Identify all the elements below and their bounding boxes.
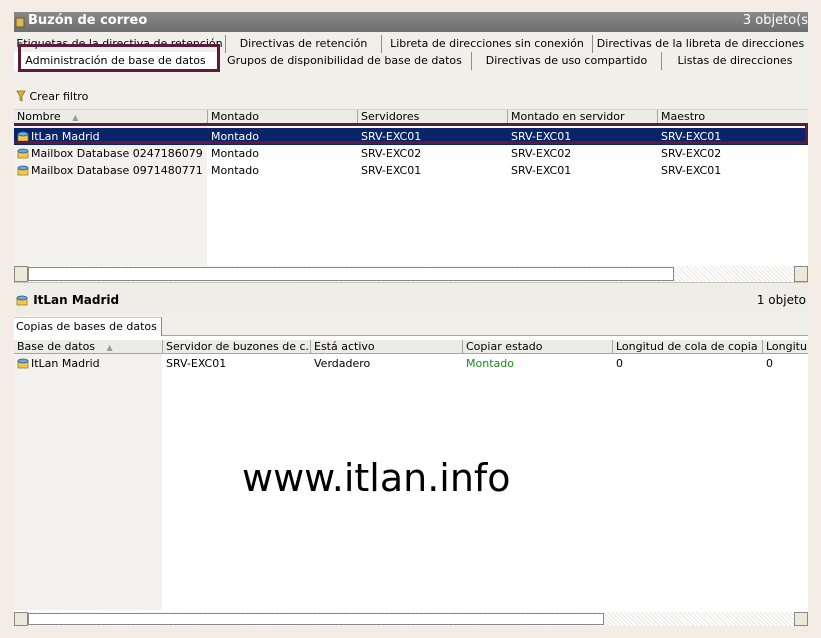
scroll-left-button[interactable] [14, 612, 28, 626]
column-header-servers[interactable]: Servidores [358, 110, 508, 124]
tab-offline-address-book[interactable]: Libreta de direcciones sin conexión [382, 35, 593, 53]
databases-table: Nombre ▲ Montado Servidores Montado en s… [14, 110, 808, 266]
column-header-name-label: Nombre [17, 110, 61, 123]
scroll-right-button[interactable] [794, 266, 808, 282]
database-icon [17, 148, 29, 159]
cell-database-text: ItLan Madrid [31, 357, 100, 370]
tab-address-book-policies[interactable]: Directivas de la libreta de direcciones [593, 35, 808, 53]
column-header-mounted[interactable]: Montado [208, 110, 358, 124]
scroll-right-button[interactable] [794, 612, 808, 626]
cell-mounted: Montado [211, 147, 259, 160]
cell-replay-queue: 0 [766, 357, 773, 370]
tab-address-lists[interactable]: Listas de direcciones [662, 52, 808, 70]
cell-mounted-on: SRV-EXC02 [511, 147, 572, 160]
detail-title: ItLan Madrid [16, 293, 119, 307]
scroll-thumb[interactable] [28, 613, 604, 625]
screenshot-frame: Buzón de correo 3 objeto(s Etiquetas de … [0, 0, 821, 638]
scroll-left-button[interactable] [14, 266, 28, 282]
cell-master: SRV-EXC01 [661, 164, 722, 177]
cell-active: Verdadero [314, 357, 371, 370]
tab-availability-groups[interactable]: Grupos de disponibilidad de base de dato… [218, 52, 472, 70]
selected-row-highlight-box [14, 123, 808, 144]
detail-count: 1 objeto [756, 293, 806, 307]
cell-name: Mailbox Database 0247186079 [14, 145, 208, 162]
column-header-mounted-on[interactable]: Montado en servidor [508, 110, 658, 124]
column-header-name[interactable]: Nombre ▲ [14, 110, 208, 124]
cell-database: ItLan Madrid [14, 355, 163, 372]
cell-mounted: Montado [211, 164, 259, 177]
tab-sharing-policies[interactable]: Directivas de uso compartido [472, 52, 662, 70]
title-bar: Buzón de correo 3 objeto(s [14, 12, 808, 32]
cell-name-text: Mailbox Database 0971480771 [31, 164, 203, 177]
filter-toolbar: Crear filtro [14, 84, 808, 110]
column-header-replay-queue[interactable]: Longitu [763, 340, 808, 354]
window-title: Buzón de correo [28, 13, 148, 28]
database-icon [17, 358, 29, 369]
cell-servers: SRV-EXC01 [361, 164, 422, 177]
subtab-strip: Copias de bases de datos [14, 314, 808, 336]
watermark-text: www.itlan.info [242, 456, 511, 500]
table-gutter [14, 354, 162, 610]
create-filter-label: Crear filtro [29, 90, 89, 103]
table-header: Base de datos ▲ Servidor de buzones de c… [14, 340, 808, 354]
column-header-active[interactable]: Está activo [311, 340, 463, 354]
cell-servers: SRV-EXC02 [361, 147, 422, 160]
cell-copy-queue: 0 [616, 357, 623, 370]
cell-name-text: Mailbox Database 0247186079 [31, 147, 203, 160]
column-header-database-label: Base de datos [17, 340, 96, 353]
tab-retention-policies[interactable]: Directivas de retención [226, 35, 382, 53]
table-row[interactable]: ItLan Madrid SRV-EXC01 Verdadero Montado… [14, 355, 808, 372]
cell-copy-status: Montado [466, 357, 514, 370]
cell-master: SRV-EXC02 [661, 147, 722, 160]
sort-asc-icon: ▲ [106, 343, 113, 352]
exchange-console-panel: Buzón de correo 3 objeto(s Etiquetas de … [14, 12, 808, 626]
column-header-copy-status[interactable]: Copiar estado [463, 340, 613, 354]
horizontal-scrollbar[interactable] [14, 266, 808, 282]
column-header-master[interactable]: Maestro [658, 110, 808, 124]
database-icon [16, 295, 28, 306]
mailbox-icon [15, 17, 25, 28]
cell-name: Mailbox Database 0971480771 [14, 162, 208, 179]
column-header-server[interactable]: Servidor de buzones de c... [163, 340, 311, 354]
table-row[interactable]: Mailbox Database 0247186079 Montado SRV-… [14, 145, 808, 162]
table-header: Nombre ▲ Montado Servidores Montado en s… [14, 110, 808, 124]
sort-asc-icon: ▲ [72, 113, 79, 122]
scroll-thumb[interactable] [28, 267, 674, 281]
detail-title-text: ItLan Madrid [33, 293, 120, 307]
cell-mounted-on: SRV-EXC01 [511, 164, 572, 177]
tab-database-copies[interactable]: Copias de bases de datos [14, 317, 162, 336]
horizontal-scrollbar[interactable] [14, 612, 808, 626]
create-filter-button[interactable]: Crear filtro [16, 90, 88, 103]
column-header-copy-queue[interactable]: Longitud de cola de copia [613, 340, 763, 354]
cell-server: SRV-EXC01 [166, 357, 227, 370]
database-icon [17, 165, 29, 176]
column-header-database[interactable]: Base de datos ▲ [14, 340, 163, 354]
filter-icon [16, 90, 26, 102]
active-tab-highlight-box [18, 44, 220, 72]
object-count: 3 objeto(s [742, 13, 808, 28]
table-row[interactable]: Mailbox Database 0971480771 Montado SRV-… [14, 162, 808, 179]
